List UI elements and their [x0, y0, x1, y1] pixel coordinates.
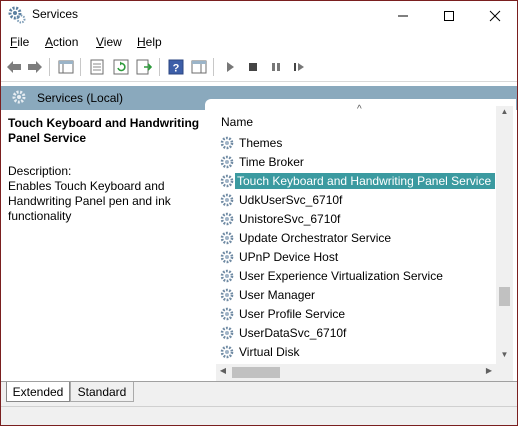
service-name: UnistoreSvc_6710f [239, 212, 341, 226]
service-row-selected[interactable]: Touch Keyboard and Handwriting Panel Ser… [217, 172, 497, 190]
window-title: Services [32, 7, 79, 21]
vertical-scrollbar[interactable] [496, 106, 513, 364]
service-name: UdkUserSvc_6710f [239, 193, 343, 207]
vertical-scroll-thumb[interactable] [499, 287, 510, 306]
service-name: UserDataSvc_6710f [239, 326, 347, 340]
service-gear-icon [219, 286, 237, 304]
service-row[interactable]: UnistoreSvc_6710f [217, 210, 497, 228]
service-row[interactable]: Themes [217, 134, 497, 152]
properties-button[interactable] [88, 58, 106, 76]
scroll-up-icon[interactable]: ▲ [497, 107, 512, 120]
back-arrow-icon [7, 61, 21, 73]
toolbar-separator [159, 58, 160, 76]
service-gear-icon [219, 324, 237, 342]
services-gear-icon [8, 6, 26, 24]
services-local-title: Services (Local) [37, 91, 124, 105]
service-gear-icon [219, 134, 237, 152]
service-name: Touch Keyboard and Handwriting Panel Ser… [235, 173, 496, 189]
service-row[interactable]: User Profile Service [217, 305, 497, 323]
scroll-down-icon[interactable]: ▼ [497, 350, 512, 363]
minimize-icon [398, 15, 408, 17]
horizontal-scroll-thumb[interactable] [232, 367, 280, 378]
svg-text:?: ? [173, 63, 180, 75]
service-name: User Manager [239, 288, 316, 302]
service-gear-icon [219, 191, 237, 209]
sort-ascending-icon: ^ [357, 104, 362, 115]
service-description: Enables Touch Keyboard and Handwriting P… [8, 179, 171, 223]
status-bar [1, 406, 517, 425]
scroll-right-icon[interactable]: ▶ [482, 366, 496, 379]
restart-service-button[interactable] [290, 58, 308, 76]
service-name: UPnP Device Host [239, 250, 339, 264]
service-name: Virtual Disk [239, 345, 300, 359]
service-gear-icon [219, 229, 237, 247]
details-pane [1, 110, 213, 380]
services-local-gear-icon [11, 89, 29, 107]
menu-view[interactable]: View [96, 35, 122, 49]
stop-service-button[interactable] [244, 58, 262, 76]
toolbar-separator [213, 58, 214, 76]
service-name: Time Broker [239, 155, 304, 169]
service-row[interactable]: UserDataSvc_6710f [217, 324, 497, 342]
console-tree-icon [58, 60, 74, 74]
service-row[interactable]: User Experience Virtualization Service [217, 267, 497, 285]
toolbar: ? [1, 53, 517, 82]
forward-button[interactable] [26, 58, 44, 76]
export-list-icon [136, 59, 152, 75]
show-hide-console-tree-button[interactable] [57, 58, 75, 76]
service-name: Themes [239, 136, 283, 150]
tab-standard[interactable]: Standard [70, 382, 134, 402]
action-pane-icon [191, 60, 207, 74]
service-gear-icon [219, 343, 237, 361]
service-row[interactable]: Update Orchestrator Service [217, 229, 497, 247]
export-list-button[interactable] [135, 58, 153, 76]
minimize-button[interactable] [380, 1, 426, 31]
play-icon [227, 62, 234, 72]
service-gear-icon [219, 153, 237, 171]
stop-icon [249, 63, 257, 71]
column-header-name[interactable]: Name [221, 115, 253, 129]
toolbar-separator [80, 58, 81, 76]
service-gear-icon [219, 248, 237, 266]
close-button[interactable] [472, 1, 518, 31]
service-row[interactable]: Time Broker [217, 153, 497, 171]
tab-extended[interactable]: Extended [6, 382, 70, 402]
service-row[interactable]: UPnP Device Host [217, 248, 497, 266]
service-gear-icon [219, 267, 237, 285]
maximize-icon [444, 11, 454, 21]
properties-icon [90, 59, 104, 75]
back-button[interactable] [5, 58, 23, 76]
show-action-pane-button[interactable] [190, 58, 208, 76]
menu-help[interactable]: Help [137, 35, 162, 49]
help-icon: ? [168, 59, 184, 75]
menu-action[interactable]: Action [45, 35, 78, 49]
service-row[interactable]: User Manager [217, 286, 497, 304]
pause-service-button[interactable] [267, 58, 285, 76]
scrollbar-corner [496, 364, 513, 381]
service-name: User Profile Service [239, 307, 346, 321]
toolbar-separator [49, 58, 50, 76]
selected-service-name: Touch Keyboard and Handwriting Panel Ser… [8, 116, 200, 145]
pause-icon [272, 63, 280, 71]
service-name: User Experience Virtualization Service [239, 269, 443, 283]
scroll-left-icon[interactable]: ◀ [216, 366, 230, 379]
start-service-button[interactable] [221, 58, 239, 76]
refresh-icon [113, 59, 129, 75]
close-icon [489, 10, 501, 22]
help-button[interactable]: ? [167, 58, 185, 76]
service-row[interactable]: Virtual Disk [217, 343, 497, 361]
menu-file[interactable]: File [10, 35, 29, 49]
service-gear-icon [219, 210, 237, 228]
forward-arrow-icon [28, 61, 42, 73]
service-name: Update Orchestrator Service [239, 231, 392, 245]
description-label: Description: [8, 164, 72, 178]
service-gear-icon [219, 305, 237, 323]
refresh-button[interactable] [112, 58, 130, 76]
menu-bar: File Action View Help [1, 32, 517, 52]
service-row[interactable]: UdkUserSvc_6710f [217, 191, 497, 209]
restart-icon [294, 63, 304, 71]
maximize-button[interactable] [426, 1, 472, 31]
